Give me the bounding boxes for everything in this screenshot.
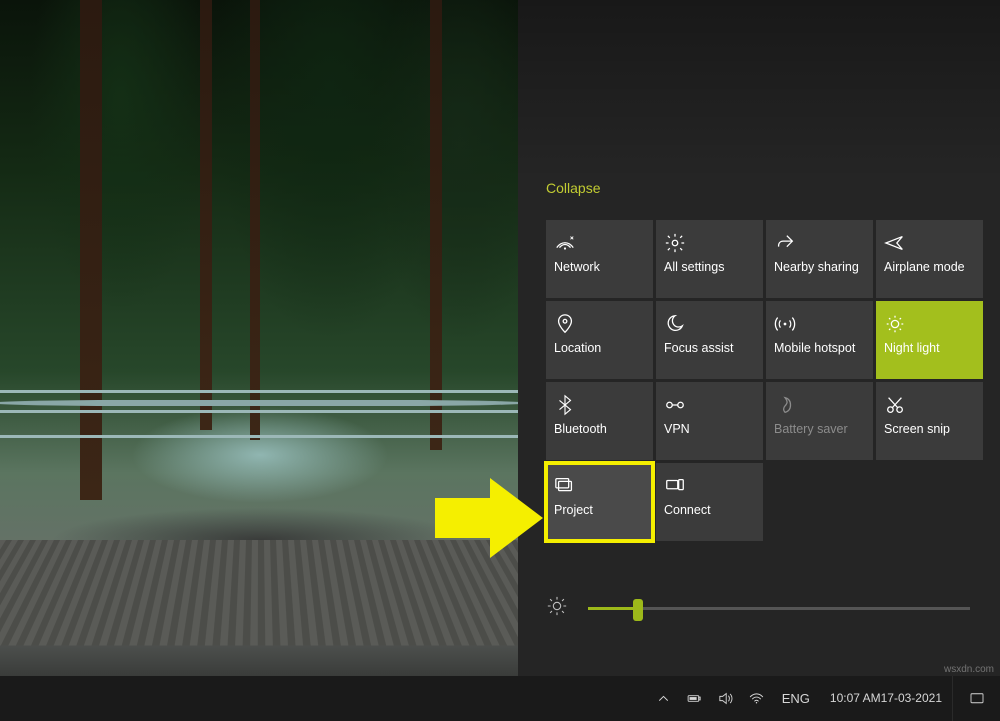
- airplane-icon: [884, 226, 975, 260]
- bluetooth-icon: [554, 388, 645, 422]
- tile-all-settings[interactable]: All settings: [656, 220, 763, 298]
- system-tray: ENG 10:07 AM 17-03-2021: [648, 676, 1000, 721]
- tile-label: Network: [554, 260, 645, 274]
- tile-label: Night light: [884, 341, 975, 355]
- language-indicator[interactable]: ENG: [772, 676, 820, 721]
- tile-vpn[interactable]: VPN: [656, 382, 763, 460]
- brightness-slider-row: [546, 593, 970, 623]
- tray-volume-icon[interactable]: [710, 676, 741, 721]
- tile-label: Mobile hotspot: [774, 341, 865, 355]
- gear-icon: [664, 226, 755, 260]
- action-center-panel: Collapse Network All settings Nearby sha…: [518, 0, 1000, 676]
- tile-label: Screen snip: [884, 422, 975, 436]
- desktop-wallpaper: [0, 0, 518, 676]
- tile-connect[interactable]: Connect: [656, 463, 763, 541]
- share-icon: [774, 226, 865, 260]
- nightlight-icon: [884, 307, 975, 341]
- tray-battery-icon[interactable]: [679, 676, 710, 721]
- tile-mobile-hotspot[interactable]: Mobile hotspot: [766, 301, 873, 379]
- action-center-button[interactable]: [952, 676, 1000, 721]
- snip-icon: [884, 388, 975, 422]
- tile-label: Location: [554, 341, 645, 355]
- tile-screen-snip[interactable]: Screen snip: [876, 382, 983, 460]
- tile-airplane-mode[interactable]: Airplane mode: [876, 220, 983, 298]
- location-icon: [554, 307, 645, 341]
- hotspot-icon: [774, 307, 865, 341]
- tile-label: All settings: [664, 260, 755, 274]
- network-icon: [554, 226, 645, 260]
- tray-wifi-icon[interactable]: [741, 676, 772, 721]
- moon-icon: [664, 307, 755, 341]
- tile-label: VPN: [664, 422, 755, 436]
- tile-label: Connect: [664, 503, 755, 517]
- tile-bluetooth[interactable]: Bluetooth: [546, 382, 653, 460]
- tile-focus-assist[interactable]: Focus assist: [656, 301, 763, 379]
- tile-nearby-sharing[interactable]: Nearby sharing: [766, 220, 873, 298]
- clock-date: 17-03-2021: [881, 691, 942, 706]
- tile-label: Nearby sharing: [774, 260, 865, 274]
- quick-action-tiles: Network All settings Nearby sharing Airp…: [546, 220, 983, 541]
- brightness-icon: [546, 595, 568, 622]
- tile-label: Project: [554, 503, 645, 517]
- connect-icon: [664, 469, 755, 503]
- tile-battery-saver: Battery saver: [766, 382, 873, 460]
- vpn-icon: [664, 388, 755, 422]
- tile-label: Battery saver: [774, 422, 865, 436]
- tile-night-light[interactable]: Night light: [876, 301, 983, 379]
- taskbar: ENG 10:07 AM 17-03-2021: [0, 676, 1000, 721]
- tile-location[interactable]: Location: [546, 301, 653, 379]
- tile-label: Bluetooth: [554, 422, 645, 436]
- tray-chevron-up-icon[interactable]: [648, 676, 679, 721]
- tile-project[interactable]: Project: [546, 463, 653, 541]
- clock-time: 10:07 AM: [830, 691, 881, 706]
- tile-label: Airplane mode: [884, 260, 975, 274]
- tile-label: Focus assist: [664, 341, 755, 355]
- tile-network[interactable]: Network: [546, 220, 653, 298]
- battery-icon: [774, 388, 865, 422]
- collapse-link[interactable]: Collapse: [546, 180, 600, 196]
- project-icon: [554, 469, 645, 503]
- watermark: wsxdn.com: [944, 664, 994, 675]
- brightness-slider[interactable]: [588, 607, 970, 610]
- clock[interactable]: 10:07 AM 17-03-2021: [820, 676, 952, 721]
